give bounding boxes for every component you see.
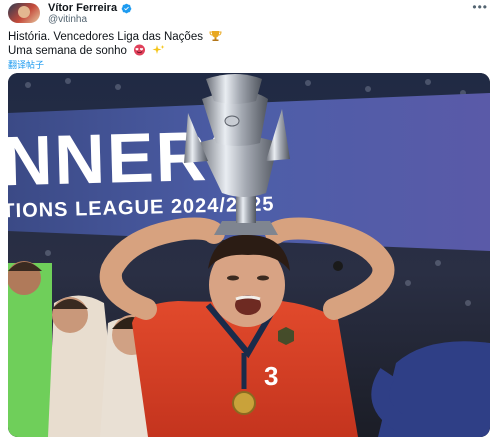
translate-post-link[interactable]: 翻译帖子 — [8, 58, 44, 71]
tweet-photo[interactable]: NNERS TIONS LEAGUE 2024/2025 3 — [8, 73, 490, 437]
sparkles-icon — [152, 45, 165, 54]
heart-eyes-face-icon — [134, 44, 146, 56]
author-display-name[interactable]: Vítor Ferreira — [48, 2, 117, 14]
celebration-photo: NNERS TIONS LEAGUE 2024/2025 3 — [8, 73, 490, 437]
avatar[interactable] — [8, 3, 40, 23]
author-handle[interactable]: @vitinha — [48, 14, 87, 25]
tweet-line: História. Vencedores Liga das Nações — [8, 30, 222, 44]
trophy-icon — [209, 31, 222, 41]
tweet-text: História. Vencedores Liga das Nações Uma… — [8, 30, 222, 58]
tweet-line: Uma semana de sonho — [8, 44, 222, 58]
tweet: Vítor Ferreira @vitinha ••• História. Ve… — [0, 0, 500, 440]
jersey-number: 3 — [264, 361, 278, 391]
verified-badge-icon — [121, 3, 132, 13]
tweet-line-text: Uma semana de sonho — [8, 45, 127, 57]
author-name-row: Vítor Ferreira — [48, 1, 132, 15]
more-horizontal-icon[interactable]: ••• — [472, 0, 488, 14]
tweet-line-text: História. Vencedores Liga das Nações — [8, 31, 203, 43]
